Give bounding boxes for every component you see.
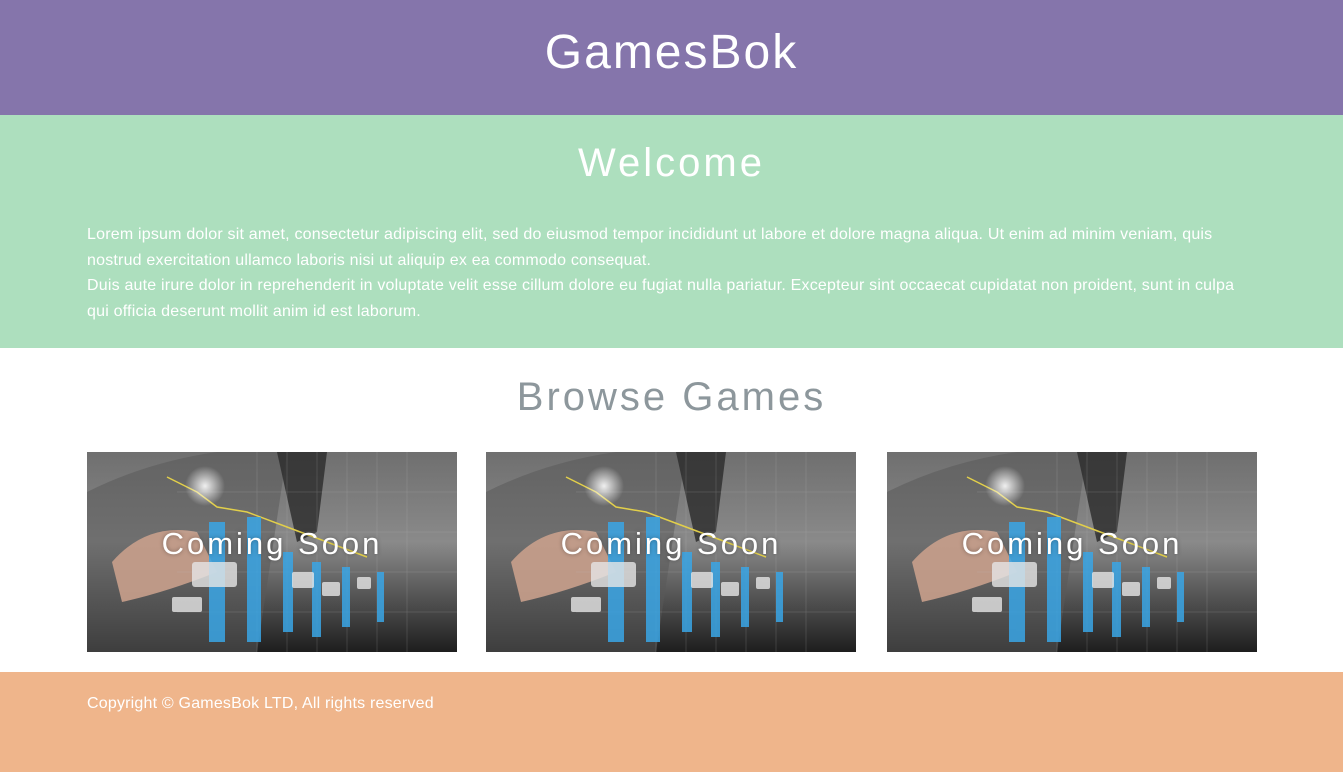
welcome-paragraph-2: Duis aute irure dolor in reprehenderit i… [87, 277, 1235, 320]
coming-soon-label: Coming Soon [161, 526, 383, 561]
welcome-paragraph-1: Lorem ipsum dolor sit amet, consectetur … [87, 226, 1213, 269]
browse-games-title: Browse Games [516, 375, 827, 419]
welcome-title: Welcome [578, 141, 765, 185]
coming-soon-label: Coming Soon [560, 526, 782, 561]
welcome-section: Welcome Lorem ipsum dolor sit amet, cons… [0, 115, 1343, 348]
site-title: GamesBok [544, 25, 799, 79]
copyright-text: Copyright © GamesBok LTD, All rights res… [87, 695, 434, 712]
site-header: GamesBok [0, 0, 1343, 115]
site-footer: Copyright © GamesBok LTD, All rights res… [0, 672, 1343, 772]
game-card-2[interactable]: Coming Soon [486, 452, 856, 652]
welcome-text: Lorem ipsum dolor sit amet, consectetur … [87, 222, 1237, 324]
browse-games-section: Browse Games Coming Soon Coming Soon Com… [0, 348, 1343, 672]
game-card-1[interactable]: Coming Soon [87, 452, 457, 652]
coming-soon-label: Coming Soon [961, 526, 1183, 561]
game-card-3[interactable]: Coming Soon [887, 452, 1257, 652]
